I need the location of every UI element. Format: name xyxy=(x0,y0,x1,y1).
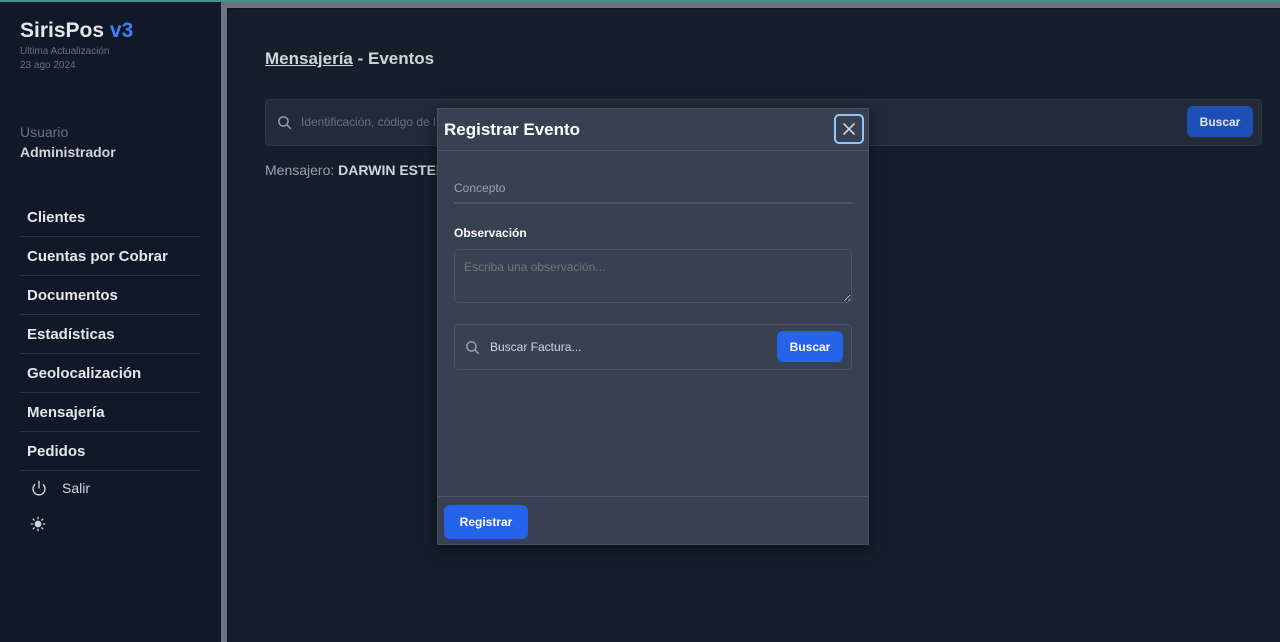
search-icon xyxy=(466,341,480,355)
modal-title: Registrar Evento xyxy=(444,120,581,139)
factura-search-button[interactable]: Buscar xyxy=(777,331,843,362)
logout-button[interactable]: Salir xyxy=(30,479,90,497)
page-title-rest: - Eventos xyxy=(352,49,435,68)
sidebar-item-documentos[interactable]: Documentos xyxy=(20,276,200,315)
user-label: Usuario xyxy=(20,124,69,140)
messenger-info: Mensajero: DARWIN ESTEBA xyxy=(265,162,456,178)
top-frame-bar xyxy=(222,2,1280,8)
sidebar-divider xyxy=(221,2,227,642)
modal-footer: Registrar xyxy=(438,496,868,544)
sidebar-item-mensajeria[interactable]: Mensajería xyxy=(20,393,200,432)
concepto-input[interactable]: Concepto xyxy=(454,177,852,204)
sidebar-nav: Clientes Cuentas por Cobrar Documentos E… xyxy=(20,198,200,471)
register-event-modal: Registrar Evento Concepto Observación Bu… xyxy=(437,108,869,545)
messenger-label: Mensajero: xyxy=(265,162,335,178)
sidebar-item-estadisticas[interactable]: Estadísticas xyxy=(20,315,200,354)
sun-icon[interactable] xyxy=(30,516,46,532)
close-button[interactable] xyxy=(834,114,864,144)
update-label: Ultima Actualización xyxy=(20,46,110,57)
sidebar-item-clientes[interactable]: Clientes xyxy=(20,198,200,237)
app-brand: SirisPos v3 xyxy=(20,19,133,43)
observacion-textarea[interactable] xyxy=(454,249,852,303)
close-icon xyxy=(843,123,855,135)
logout-label: Salir xyxy=(62,480,91,496)
update-date: 23 ago 2024 xyxy=(20,60,76,71)
register-button[interactable]: Registrar xyxy=(444,505,528,539)
observacion-label: Observación xyxy=(454,226,527,240)
sidebar-item-cuentas-por-cobrar[interactable]: Cuentas por Cobrar xyxy=(20,237,200,276)
search-icon xyxy=(278,116,292,130)
user-name: Administrador xyxy=(20,144,116,160)
page-title: Mensajería - Eventos xyxy=(265,49,434,69)
factura-search-input[interactable]: Buscar Factura... xyxy=(490,340,581,354)
power-icon xyxy=(32,480,46,496)
app-name: SirisPos xyxy=(20,19,105,42)
main-search-button[interactable]: Buscar xyxy=(1187,106,1253,137)
main-search-input[interactable]: Identificación, código de l xyxy=(301,115,436,129)
app-version: v3 xyxy=(109,19,134,42)
modal-header: Registrar Evento xyxy=(438,109,868,151)
breadcrumb-mensajeria-link[interactable]: Mensajería xyxy=(265,49,353,68)
sidebar-item-geolocalizacion[interactable]: Geolocalización xyxy=(20,354,200,393)
sidebar: SirisPos v3 Ultima Actualización 23 ago … xyxy=(0,2,221,642)
sidebar-item-pedidos[interactable]: Pedidos xyxy=(20,432,200,471)
